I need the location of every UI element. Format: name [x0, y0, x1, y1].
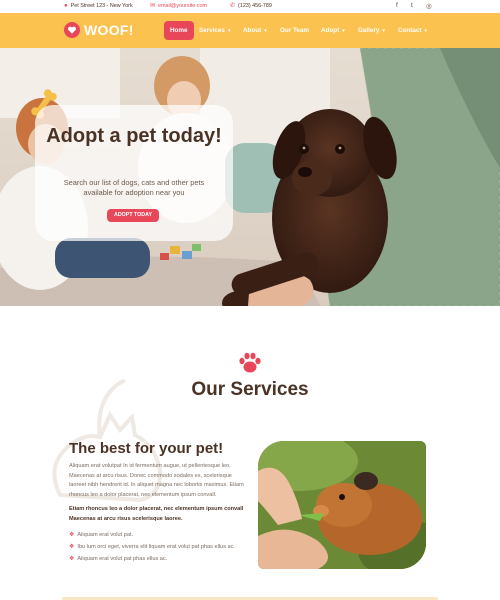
- services-heading: The best for your pet!: [69, 440, 224, 457]
- services-paragraph: Aliquam erat volutpat In id fermentum au…: [69, 463, 244, 498]
- chevron-down-icon: ▼: [226, 28, 232, 33]
- envelope-icon: ✉: [150, 3, 156, 9]
- nav-item-our-team[interactable]: Our Team: [280, 21, 309, 40]
- list-item: ❖ Ibu lum orci eget, viverra elit liquam…: [69, 543, 236, 551]
- twitter-icon[interactable]: t: [411, 2, 413, 9]
- chevron-down-icon: ▼: [423, 28, 428, 33]
- email-info[interactable]: ✉ email@yoursite.com: [150, 3, 207, 9]
- phone-info[interactable]: ✆ (123) 456-789: [230, 3, 272, 9]
- hero-subtitle: Search our list of dogs, cats and other …: [63, 178, 205, 197]
- hero-banner: [0, 48, 500, 306]
- nav-item-gallery[interactable]: Gallery ▼: [358, 21, 386, 40]
- nav-item-home[interactable]: Home: [164, 21, 194, 40]
- list-item-text: Aliquam erat volut pat.: [77, 531, 134, 538]
- hero-title: Adopt a pet today!: [46, 125, 222, 147]
- nav-label: Adopt: [321, 27, 340, 34]
- list-item-text: Ibu lum orci eget, viverra elit liquam e…: [77, 543, 236, 550]
- nav-label: Our Team: [280, 27, 309, 34]
- paw-bullet-icon: ❖: [69, 544, 75, 550]
- phone-icon: ✆: [230, 3, 236, 9]
- phone-text[interactable]: (123) 456-789: [238, 3, 272, 9]
- list-item: ❖ Aliquam erat volut pat.: [69, 531, 134, 539]
- main-navigation: WOOF! Home Services ▼ About ▼ Our Team Ado…: [0, 13, 500, 48]
- nav-label: Contact: [398, 27, 422, 34]
- list-item-text: Aliquam erat volut pat phas ellus ac.: [77, 555, 168, 562]
- paw-bullet-icon: ❖: [69, 556, 75, 562]
- email-link[interactable]: email@yoursite.com: [158, 3, 207, 9]
- nav-item-adopt[interactable]: Adopt ▼: [321, 21, 346, 40]
- nav-label: Gallery: [358, 27, 380, 34]
- guinea-pig-photo: [258, 441, 426, 569]
- nav-label: About: [243, 27, 262, 34]
- chevron-down-icon: ▼: [263, 28, 268, 33]
- top-info-bar: ● Pet Street 123 - New York ✉ email@your…: [0, 0, 500, 13]
- services-section-title: Our Services: [191, 379, 309, 400]
- nav-label: Home: [170, 27, 188, 34]
- paw-icon: [239, 352, 261, 373]
- facebook-icon[interactable]: f: [396, 2, 398, 9]
- nav-label: Services: [199, 27, 225, 34]
- list-item: ❖ Aliquam erat volut pat phas ellus ac.: [69, 555, 168, 563]
- chevron-down-icon: ▼: [341, 28, 346, 33]
- chevron-down-icon: ▼: [381, 28, 386, 33]
- map-pin-icon: ●: [64, 3, 68, 9]
- logo-text: WOOF!: [84, 22, 134, 38]
- nav-item-contact[interactable]: Contact ▼: [398, 21, 428, 40]
- address-info: ● Pet Street 123 - New York: [64, 3, 133, 9]
- nav-item-services[interactable]: Services ▼: [199, 21, 231, 40]
- instagram-icon[interactable]: ◎: [426, 2, 432, 10]
- address-text: Pet Street 123 - New York: [70, 3, 133, 9]
- nav-item-about[interactable]: About ▼: [243, 21, 268, 40]
- adopt-today-button[interactable]: ADOPT TODAY: [107, 209, 159, 222]
- site-logo[interactable]: WOOF!: [64, 22, 134, 38]
- heart-paw-icon: [64, 22, 80, 38]
- paw-bullet-icon: ❖: [69, 532, 75, 538]
- services-highlight: Etiam rhoncus leo a dolor placerat, nec …: [69, 506, 244, 522]
